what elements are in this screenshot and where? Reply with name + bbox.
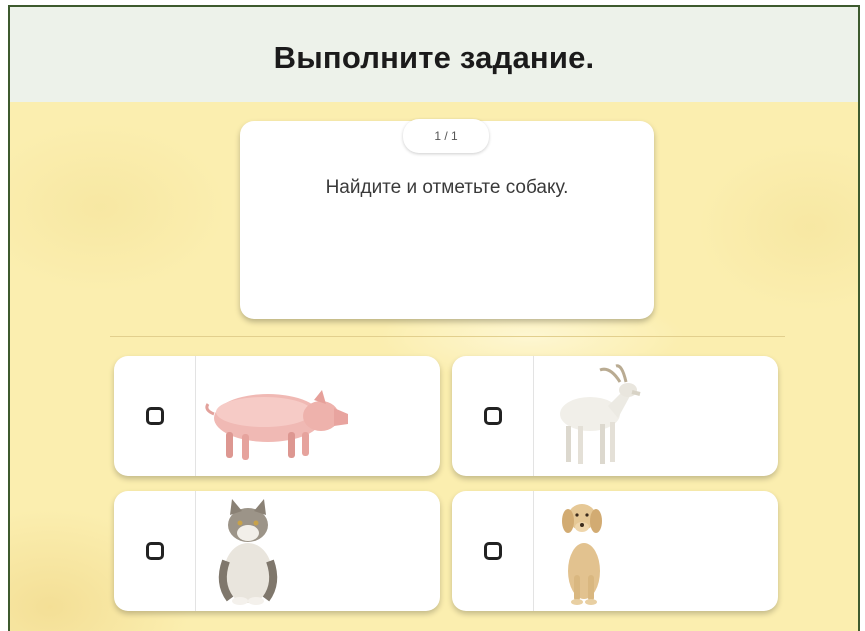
question-counter: 1 / 1: [403, 119, 489, 153]
divider: [110, 336, 785, 337]
dog-icon: [562, 504, 602, 605]
checkbox-dog[interactable]: [483, 542, 502, 560]
answer-option-cat[interactable]: [114, 491, 440, 611]
checkbox-area[interactable]: [114, 356, 196, 476]
task-instruction: Найдите и отметьте собаку.: [325, 177, 569, 198]
cat-image: [196, 491, 440, 611]
checkbox-pig[interactable]: [145, 407, 164, 425]
task-card: 1 / 1 Найдите и отметьте собаку.: [240, 119, 654, 319]
answer-option-pig[interactable]: [114, 356, 440, 476]
checkbox-area[interactable]: [452, 356, 534, 476]
checkbox-area[interactable]: [114, 491, 196, 611]
dog-image: [534, 491, 778, 611]
page-title: Выполните задание.: [273, 39, 595, 75]
header: Выполните задание.: [10, 7, 858, 102]
answer-option-dog[interactable]: [452, 491, 778, 611]
pig-image: [196, 356, 440, 476]
quiz-frame: Выполните задание. 1 / 1 Найдите и отмет…: [8, 5, 860, 631]
goat-image: [534, 356, 778, 476]
pig-icon: [205, 390, 348, 460]
checkbox-cat[interactable]: [145, 542, 164, 560]
checkbox-goat[interactable]: [483, 407, 502, 425]
goat-icon: [560, 364, 641, 464]
checkbox-area[interactable]: [452, 491, 534, 611]
answer-option-goat[interactable]: [452, 356, 778, 476]
cat-icon: [218, 499, 278, 605]
